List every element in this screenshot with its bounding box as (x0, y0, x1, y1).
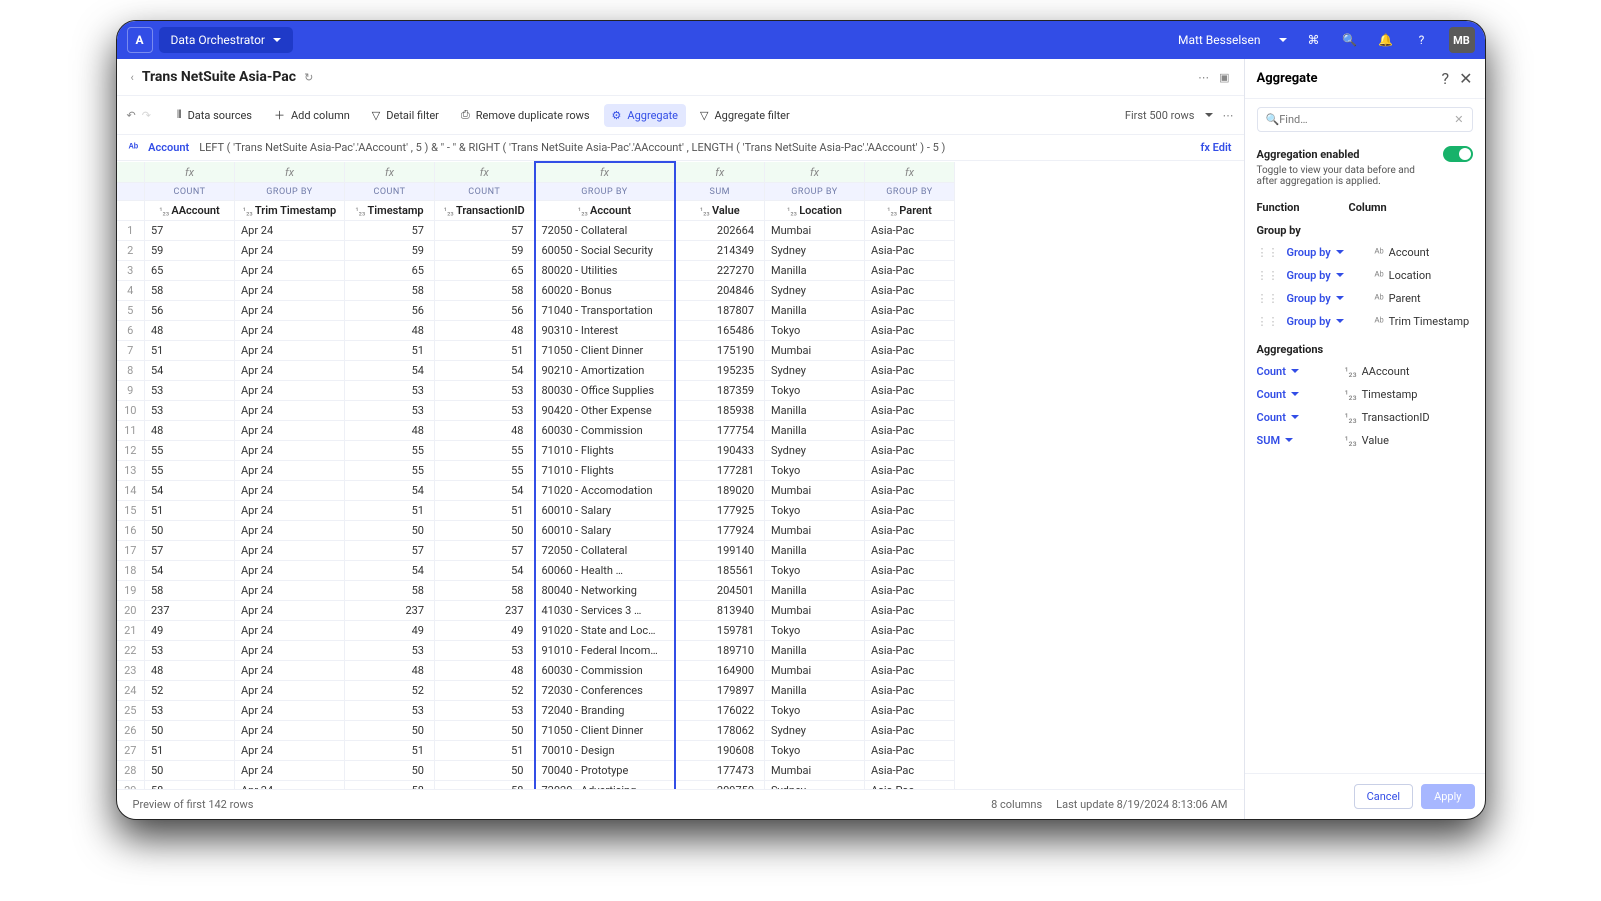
aggregate-panel: Aggregate ? ✕ 🔍 ✕ Aggregation enabled To… (1245, 59, 1485, 819)
close-icon[interactable]: ✕ (1459, 69, 1472, 88)
panel-icon[interactable]: ▣ (1219, 71, 1229, 84)
table-row[interactable]: 5 56Apr 245656 71040 - Transportation187… (117, 301, 955, 321)
user-name[interactable]: Matt Besselsen (1178, 33, 1261, 47)
detail-filter-button[interactable]: ▽Detail filter (364, 104, 447, 127)
chevron-down-icon (1279, 33, 1287, 47)
aggregation-row[interactable]: SUM ¹₂₃ Value (1257, 429, 1473, 452)
groupby-row[interactable]: ⋮⋮Group by ᴬᵇ Trim Timestamp (1257, 310, 1473, 333)
chevron-down-icon (1205, 109, 1213, 122)
undo-icon[interactable]: ↶ (127, 109, 136, 122)
app-frame: A Data Orchestrator Matt Besselsen ⌘ 🔍 🔔… (116, 20, 1486, 820)
title-bar: ‹ Trans NetSuite Asia-Pac ↻ ⋯ ▣ (117, 59, 1244, 96)
table-row[interactable]: 1 57Apr 245757 72050 - Collateral202664M… (117, 221, 955, 241)
add-column-button[interactable]: ＋Add column (266, 102, 358, 128)
table-row[interactable]: 11 48Apr 244848 60030 - Commission177754… (117, 421, 955, 441)
groupby-row[interactable]: ⋮⋮Group by ᴬᵇ Location (1257, 264, 1473, 287)
groupby-row[interactable]: ⋮⋮Group by ᴬᵇ Account (1257, 241, 1473, 264)
formula-bar: ᴬᵇ Account LEFT ( 'Trans NetSuite Asia-P… (117, 135, 1244, 161)
formula-icon: ᴬᵇ (129, 141, 139, 154)
table-row[interactable]: 15 51Apr 245151 60010 - Salary177925Toky… (117, 501, 955, 521)
table-row[interactable]: 2 59Apr 245959 60050 - Social Security21… (117, 241, 955, 261)
data-grid[interactable]: fxfxfxfxfxfxfxfxCOUNTGROUP BYCOUNTCOUNTG… (117, 161, 1244, 789)
column-count: 8 columns (991, 798, 1042, 811)
grid-footer: Preview of first 142 rows 8 columns Last… (117, 789, 1244, 819)
table-row[interactable]: 14 54Apr 245454 71020 - Accomodation1890… (117, 481, 955, 501)
table-row[interactable]: 28 50Apr 245050 70040 - Prototype177473M… (117, 761, 955, 781)
table-row[interactable]: 19 58Apr 245858 80040 - Networking204501… (117, 581, 955, 601)
back-icon[interactable]: ‹ (131, 71, 134, 84)
preview-label: Preview of first 142 rows (133, 798, 254, 811)
aggregation-row[interactable]: Count ¹₂₃ Timestamp (1257, 383, 1473, 406)
help-icon[interactable]: ? (1413, 31, 1431, 49)
search-input[interactable] (1279, 113, 1454, 126)
table-row[interactable]: 16 50Apr 245050 60010 - Salary177924Mumb… (117, 521, 955, 541)
table-row[interactable]: 7 51Apr 245151 71050 - Client Dinner1751… (117, 341, 955, 361)
sync-icon[interactable]: ↻ (304, 71, 313, 84)
clear-icon[interactable]: ✕ (1454, 113, 1463, 126)
table-row[interactable]: 24 52Apr 245252 72030 - Conferences17989… (117, 681, 955, 701)
table-row[interactable]: 13 55Apr 245555 71010 - Flights177281Tok… (117, 461, 955, 481)
avatar[interactable]: MB (1449, 27, 1475, 53)
rows-dropdown[interactable]: First 500 rows (1125, 109, 1195, 122)
table-row[interactable]: 18 54Apr 245454 60060 - Health …185561To… (117, 561, 955, 581)
table-row[interactable]: 23 48Apr 244848 60030 - Commission164900… (117, 661, 955, 681)
table-row[interactable]: 25 53Apr 245353 72040 - Branding176022To… (117, 701, 955, 721)
search-icon[interactable]: 🔍 (1341, 31, 1359, 49)
aggregation-row[interactable]: Count ¹₂₃ AAccount (1257, 360, 1473, 383)
app-name: Data Orchestrator (171, 33, 266, 47)
remove-duplicates-button[interactable]: ⎙Remove duplicate rows (453, 103, 598, 127)
panel-title: Aggregate (1257, 71, 1318, 86)
aggregation-enabled-desc: Toggle to view your data before and afte… (1257, 165, 1437, 187)
table-row[interactable]: 6 48Apr 244848 90310 - Interest165486Tok… (117, 321, 955, 341)
table-row[interactable]: 3 65Apr 246565 80020 - Utilities227270Ma… (117, 261, 955, 281)
cancel-button[interactable]: Cancel (1354, 784, 1413, 809)
chevron-down-icon (273, 33, 281, 47)
logo-icon[interactable]: A (127, 27, 153, 53)
bell-icon[interactable]: 🔔 (1377, 31, 1395, 49)
more-icon[interactable]: ⋯ (1223, 109, 1234, 122)
app-dropdown[interactable]: Data Orchestrator (159, 27, 294, 53)
data-sources-button[interactable]: ⫴Data sources (169, 103, 260, 127)
table-row[interactable]: 12 55Apr 245555 71010 - Flights190433Syd… (117, 441, 955, 461)
table-row[interactable]: 8 54Apr 245454 90210 - Amortization19523… (117, 361, 955, 381)
function-header: Function (1257, 201, 1337, 214)
table-row[interactable]: 29 58Apr 245858 72020 - Advertising20975… (117, 781, 955, 790)
aggregation-enabled-label: Aggregation enabled (1257, 148, 1360, 161)
aggregation-row[interactable]: Count ¹₂₃ TransactionID (1257, 406, 1473, 429)
groupby-header: Group by (1257, 224, 1473, 237)
table-row[interactable]: 4 58Apr 245858 60020 - Bonus204846Sydney… (117, 281, 955, 301)
apply-button[interactable]: Apply (1421, 784, 1474, 809)
help-icon[interactable]: ? (1442, 69, 1450, 88)
table-row[interactable]: 20 237Apr 24237237 41030 - Services 3 …8… (117, 601, 955, 621)
formula-edit-button[interactable]: fx Edit (1200, 141, 1231, 154)
aggregate-button[interactable]: ⚙Aggregate (604, 104, 686, 127)
formula-expression[interactable]: LEFT ( 'Trans NetSuite Asia-Pac'.'AAccou… (199, 141, 1190, 154)
table-row[interactable]: 27 51Apr 245151 70010 - Design190608Toky… (117, 741, 955, 761)
table-row[interactable]: 26 50Apr 245050 71050 - Client Dinner178… (117, 721, 955, 741)
search-icon: 🔍 (1266, 113, 1280, 126)
last-update: Last update 8/19/2024 8:13:06 AM (1056, 798, 1227, 811)
aggregate-filter-button[interactable]: ▽Aggregate filter (692, 104, 798, 127)
page-title: Trans NetSuite Asia-Pac (142, 69, 296, 85)
panel-search[interactable]: 🔍 ✕ (1257, 107, 1473, 132)
toolbar: ↶ ↷ ⫴Data sources ＋Add column ▽Detail fi… (117, 96, 1244, 135)
table-row[interactable]: 22 53Apr 245353 91010 - Federal Incom…18… (117, 641, 955, 661)
graph-icon[interactable]: ⌘ (1305, 31, 1323, 49)
aggregation-toggle[interactable] (1443, 146, 1473, 162)
more-icon[interactable]: ⋯ (1198, 71, 1209, 84)
redo-icon[interactable]: ↷ (142, 109, 151, 122)
formula-column: Account (148, 141, 189, 154)
aggregations-header: Aggregations (1257, 343, 1473, 356)
topbar: A Data Orchestrator Matt Besselsen ⌘ 🔍 🔔… (117, 21, 1485, 59)
table-row[interactable]: 17 57Apr 245757 72050 - Collateral199140… (117, 541, 955, 561)
table-row[interactable]: 9 53Apr 245353 80030 - Office Supplies18… (117, 381, 955, 401)
column-header: Column (1349, 201, 1387, 214)
table-row[interactable]: 10 53Apr 245353 90420 - Other Expense185… (117, 401, 955, 421)
table-row[interactable]: 21 49Apr 244949 91020 - State and Loc…15… (117, 621, 955, 641)
groupby-row[interactable]: ⋮⋮Group by ᴬᵇ Parent (1257, 287, 1473, 310)
